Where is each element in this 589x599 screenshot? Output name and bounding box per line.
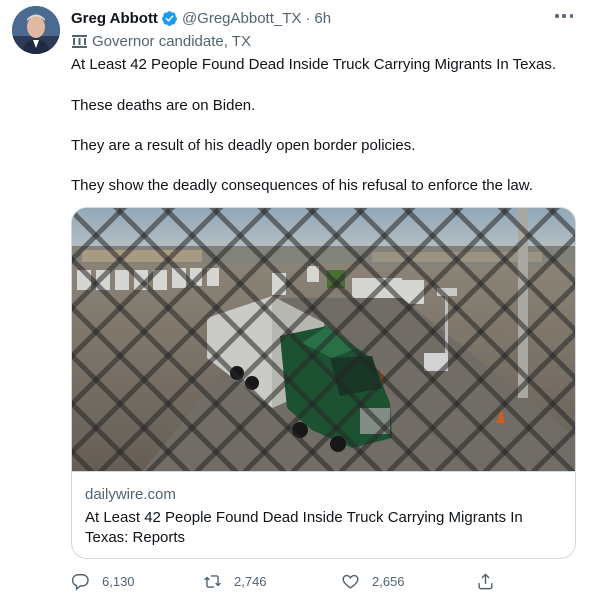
like-count: 2,656 bbox=[372, 573, 405, 589]
more-options-icon[interactable] bbox=[555, 9, 573, 23]
tweet-line: They show the deadly consequences of his… bbox=[71, 177, 533, 194]
like-button[interactable]: 2,656 bbox=[341, 570, 405, 592]
share-icon bbox=[476, 572, 495, 591]
avatar[interactable] bbox=[12, 6, 60, 54]
account-label-text: Governor candidate, TX bbox=[92, 32, 251, 50]
timestamp[interactable]: 6h bbox=[314, 10, 331, 27]
reply-icon bbox=[71, 572, 90, 591]
tweet-line: At Least 42 People Found Dead Inside Tru… bbox=[71, 56, 556, 73]
retweet-count: 2,746 bbox=[234, 573, 267, 589]
tweet-header: Greg Abbott @GregAbbott_TX · 6h bbox=[71, 8, 331, 28]
share-button[interactable] bbox=[476, 570, 507, 592]
heart-icon bbox=[341, 572, 360, 591]
account-label[interactable]: Governor candidate, TX bbox=[71, 31, 251, 51]
retweet-button[interactable]: 2,746 bbox=[203, 570, 267, 592]
reply-button[interactable]: 6,130 bbox=[71, 570, 135, 592]
card-title: At Least 42 People Found Dead Inside Tru… bbox=[85, 509, 523, 546]
government-building-icon bbox=[71, 34, 88, 49]
separator-dot: · bbox=[305, 9, 311, 27]
author-handle[interactable]: @GregAbbott_TX bbox=[182, 10, 301, 27]
retweet-icon bbox=[203, 572, 222, 591]
card-domain: dailywire.com bbox=[85, 486, 176, 503]
author-name[interactable]: Greg Abbott bbox=[71, 10, 158, 27]
tweet-line: They are a result of his deadly open bor… bbox=[71, 137, 416, 154]
verified-badge-icon bbox=[161, 10, 178, 27]
link-card[interactable]: dailywire.com At Least 42 People Found D… bbox=[71, 207, 576, 559]
action-bar: 6,130 2,746 2,656 bbox=[71, 570, 576, 592]
card-image[interactable] bbox=[72, 208, 575, 472]
reply-count: 6,130 bbox=[102, 573, 135, 589]
tweet-line: These deaths are on Biden. bbox=[71, 97, 256, 114]
